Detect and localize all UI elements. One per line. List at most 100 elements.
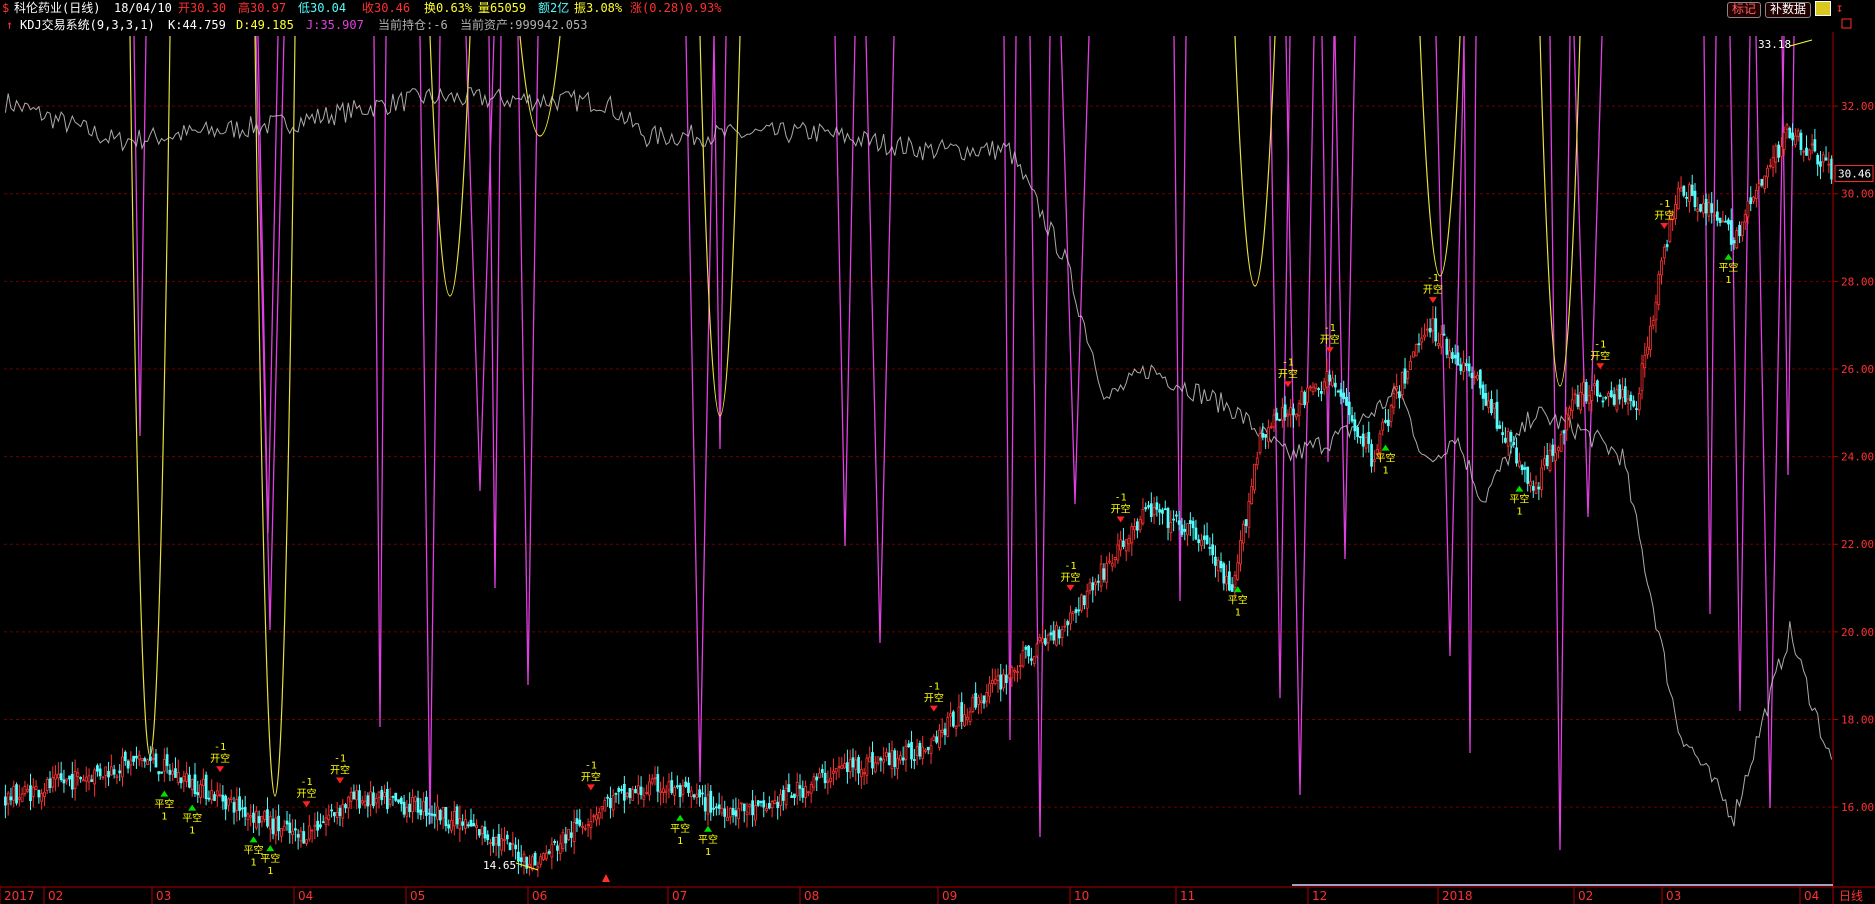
candle — [302, 822, 306, 844]
candle — [882, 746, 886, 774]
buy-signal[interactable]: 平空1 — [698, 825, 718, 858]
candle — [1395, 373, 1399, 400]
candle — [1119, 530, 1123, 557]
sell-signal[interactable]: -1开空 — [1320, 323, 1340, 354]
sell-signal[interactable]: -1开空 — [210, 742, 230, 773]
sell-signal[interactable]: -1开空 — [1423, 273, 1443, 304]
candle — [425, 790, 428, 827]
month-tick-label: 12 — [1312, 889, 1327, 903]
sell-signal[interactable]: -1开空 — [297, 777, 317, 808]
window-toggle-icon[interactable] — [1841, 18, 1852, 29]
candle — [776, 796, 780, 820]
candle — [1484, 384, 1488, 407]
indicator-header: ↑ KDJ交易系统(9,3,3,1) K:44.759 D:49.185 J:3… — [0, 17, 1600, 34]
sell-signal[interactable]: -1开空 — [1278, 357, 1298, 388]
signal-label: 开空 — [1278, 367, 1298, 380]
buy-signal[interactable]: 平空1 — [154, 790, 174, 823]
j-line — [1321, 35, 1335, 463]
j-line — [834, 35, 856, 547]
candle — [1370, 439, 1373, 473]
candle — [726, 806, 729, 822]
chart-tool-icon[interactable] — [1815, 1, 1831, 16]
candle — [773, 790, 777, 805]
candle — [692, 793, 696, 800]
candle — [832, 758, 835, 786]
d-line — [429, 35, 471, 297]
candle — [341, 799, 345, 828]
candle — [650, 774, 654, 786]
indicator-name[interactable]: KDJ交易系统(9,3,3,1) — [20, 19, 155, 32]
candle — [489, 838, 492, 857]
sell-signal[interactable]: -1开空 — [1590, 339, 1610, 370]
mark-button[interactable]: 标记 — [1727, 2, 1762, 18]
buy-signal[interactable]: 平空1 — [1509, 485, 1529, 518]
price-axis[interactable]: 32.00 30.00 28.00 26.00 24.00 22.00 20.00 18.00… — [1832, 32, 1874, 904]
signal-label: 平空 — [670, 822, 690, 835]
candle — [1381, 418, 1385, 436]
candle — [1607, 391, 1610, 407]
candle — [436, 794, 439, 831]
buy-signal[interactable]: 平空1 — [182, 804, 202, 837]
candle — [227, 797, 230, 812]
candle — [229, 789, 233, 803]
candle — [1024, 645, 1028, 659]
candle — [1688, 182, 1691, 213]
period-label[interactable]: 日线 — [1839, 889, 1863, 903]
candle — [1261, 423, 1265, 441]
candle — [1367, 421, 1371, 453]
stock-name: 科伦药业(日线) — [14, 1, 101, 15]
candle — [862, 767, 866, 786]
candle — [1721, 210, 1725, 223]
candle — [636, 775, 640, 805]
candle — [218, 783, 222, 798]
candle — [787, 773, 791, 793]
candle — [1227, 560, 1231, 592]
buy-signal[interactable]: 平空1 — [670, 814, 690, 847]
sell-signal[interactable]: -1开空 — [924, 682, 944, 712]
candle — [659, 781, 662, 806]
month-tick-label: 03 — [156, 889, 171, 903]
candle — [391, 795, 395, 807]
candle — [1049, 625, 1053, 641]
fill-data-button[interactable]: 补数据 — [1765, 2, 1812, 18]
price-tick-label: 16.00 — [1841, 801, 1874, 814]
collapse-arrow-icon[interactable]: ↧ — [1836, 2, 1843, 15]
date-axis[interactable]: 2017 02 03 04 05 06 07 08 09 10 11 12 2018 02 03 04 日线 — [0, 874, 1875, 904]
candle — [324, 808, 328, 837]
candle — [1657, 270, 1661, 311]
month-tick-label: 02 — [48, 889, 63, 903]
candle — [34, 780, 38, 791]
candle — [1520, 463, 1524, 475]
indicator-arrow-icon[interactable]: ↑ — [6, 19, 13, 32]
signal-qty: -1 — [585, 760, 597, 771]
candle — [1448, 338, 1452, 369]
kdj-candlestick-chart[interactable]: 平空1 平空1-1开空平空1 平空1-1开空-1开空 -1开空平空1 平空1-1开空-1… — [0, 0, 1875, 904]
sell-signal[interactable]: -1开空 — [581, 760, 601, 791]
sell-signal[interactable]: -1开空 — [330, 754, 350, 784]
candle — [1618, 379, 1622, 405]
candle — [804, 780, 807, 808]
sell-signal[interactable]: -1开空 — [1111, 492, 1131, 523]
candle — [1013, 667, 1017, 682]
candle — [918, 740, 922, 760]
sell-signal[interactable]: -1开空 — [1060, 561, 1080, 591]
candle — [1116, 533, 1120, 564]
candle — [834, 767, 838, 781]
candle — [160, 771, 163, 774]
candle — [299, 826, 303, 848]
candle — [56, 762, 60, 788]
dollar-icon[interactable]: $ — [2, 2, 9, 15]
candle — [508, 842, 512, 851]
candle — [374, 793, 378, 814]
buy-signal[interactable]: 平空1 — [1228, 586, 1248, 618]
candle — [899, 751, 902, 765]
candle — [505, 830, 509, 845]
candle — [377, 791, 381, 809]
sell-signal[interactable]: -1开空 — [1654, 199, 1674, 229]
candle — [648, 774, 651, 801]
signal-qty: 1 — [1725, 275, 1731, 286]
candle — [921, 735, 925, 765]
candle — [461, 814, 465, 831]
current-position: 当前持仓:-6 — [378, 18, 448, 32]
candle — [1211, 533, 1215, 564]
